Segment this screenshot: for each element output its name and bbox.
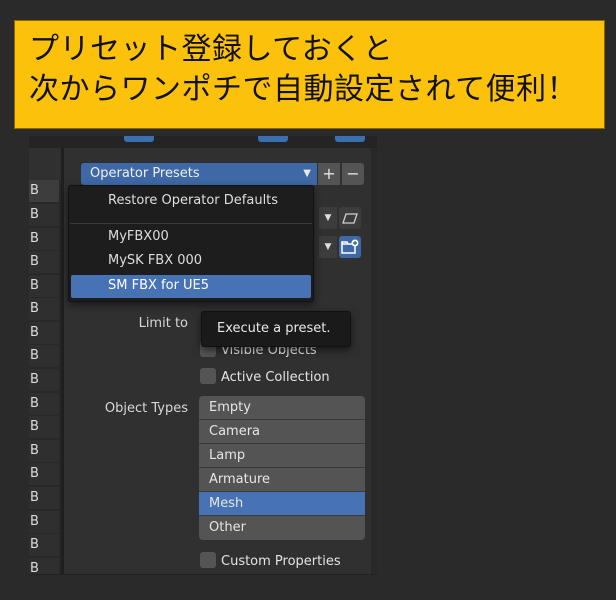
list-item[interactable]: B	[29, 511, 59, 533]
preset-menu-item-selected[interactable]: SM FBX for UE5	[108, 275, 288, 297]
checkbox[interactable]	[200, 552, 216, 568]
list-item[interactable]: B	[29, 180, 59, 202]
header-tab[interactable]	[335, 136, 365, 142]
preset-menu-item[interactable]: MyFBX00	[108, 226, 288, 248]
list-item[interactable]: B	[29, 345, 59, 367]
object-type-other[interactable]: Other	[199, 516, 365, 540]
list-item[interactable]: B	[29, 298, 59, 320]
active-collection-label: Active Collection	[221, 370, 330, 385]
object-type-mesh[interactable]: Mesh	[199, 492, 365, 516]
list-item[interactable]: B	[29, 416, 59, 438]
add-preset-button[interactable]: +	[318, 163, 340, 185]
chevron-down-icon[interactable]: ▼	[319, 236, 337, 258]
object-type-empty[interactable]: Empty	[199, 396, 365, 420]
list-item[interactable]: B	[29, 369, 59, 391]
restore-defaults-menu-item[interactable]: Restore Operator Defaults	[108, 190, 288, 212]
operator-presets-dropdown[interactable]: Operator Presets ▼	[81, 163, 317, 185]
chevron-down-icon[interactable]: ▼	[319, 207, 337, 229]
object-type-camera[interactable]: Camera	[199, 420, 365, 444]
active-collection-checkbox[interactable]: Active Collection	[200, 368, 330, 388]
list-item[interactable]: B	[29, 204, 59, 226]
list-item[interactable]: B	[29, 228, 59, 250]
chevron-down-icon: ▼	[303, 168, 311, 179]
mesh-icon[interactable]	[339, 207, 361, 229]
object-types-list: Empty Camera Lamp Armature Mesh Other	[199, 396, 365, 540]
custom-properties-checkbox[interactable]: Custom Properties	[200, 552, 341, 572]
pane-divider[interactable]	[61, 148, 64, 574]
export-options-panel: B B B B B B B B B B B B B B B B B Operat…	[29, 136, 377, 575]
presets-menu: Restore Operator Defaults MyFBX00 MySK F…	[68, 185, 314, 302]
list-item[interactable]: B	[29, 322, 59, 344]
scrollbar[interactable]	[371, 148, 377, 574]
header-tab[interactable]	[258, 136, 288, 142]
list-item[interactable]: B	[29, 534, 59, 556]
remove-preset-button[interactable]: −	[342, 163, 364, 185]
limit-to-label: Limit to	[138, 316, 188, 331]
mesh-icon	[342, 213, 358, 224]
object-type-lamp[interactable]: Lamp	[199, 444, 365, 468]
header-tab[interactable]	[124, 136, 154, 142]
new-folder-icon[interactable]	[339, 236, 361, 258]
list-item[interactable]: B	[29, 440, 59, 462]
preset-tooltip: Execute a preset.	[201, 311, 351, 347]
caption-banner: プリセット登録しておくと 次からワンポチで自動設定されて便利！	[14, 20, 605, 129]
header-strip	[29, 136, 377, 148]
object-types-label: Object Types	[104, 401, 188, 416]
menu-separator	[70, 223, 312, 224]
object-type-armature[interactable]: Armature	[199, 468, 365, 492]
caption-line-1: プリセット登録しておくと	[29, 32, 394, 67]
checkbox[interactable]	[200, 368, 216, 384]
preset-menu-item[interactable]: MySK FBX 000	[108, 250, 288, 272]
list-item[interactable]: B	[29, 463, 59, 485]
list-item[interactable]: B	[29, 393, 59, 415]
file-list: B B B B B B B B B B B B B B B B B	[29, 180, 61, 574]
list-item[interactable]: B	[29, 275, 59, 297]
list-item[interactable]: B	[29, 487, 59, 509]
list-item[interactable]: B	[29, 558, 59, 574]
operator-presets-label: Operator Presets	[90, 166, 200, 181]
custom-properties-label: Custom Properties	[221, 554, 341, 569]
new-folder-icon	[341, 239, 359, 254]
caption-line-2: 次からワンポチで自動設定されて便利！	[29, 72, 578, 107]
list-item[interactable]: B	[29, 251, 59, 273]
